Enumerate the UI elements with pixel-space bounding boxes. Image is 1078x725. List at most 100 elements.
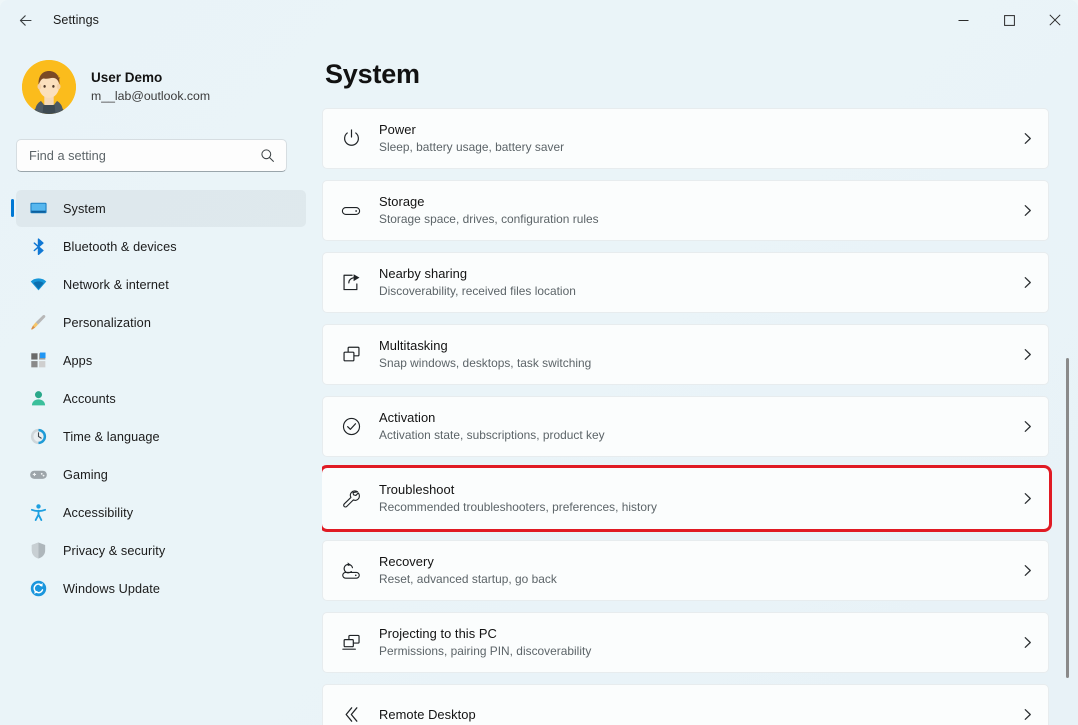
card-subtitle: Permissions, pairing PIN, discoverabilit… — [379, 644, 1006, 660]
sidebar-nav: System Bluetooth & devices Network & inter… — [0, 190, 322, 607]
apps-grid-icon — [28, 351, 48, 371]
app-title: Settings — [53, 13, 99, 27]
chevron-right-icon[interactable] — [1006, 708, 1048, 721]
card-title: Power — [379, 121, 1006, 138]
search-icon — [260, 148, 275, 163]
clock-icon — [28, 427, 48, 447]
settings-window: Settings — [0, 0, 1078, 725]
sidebar-item-label: Network & internet — [63, 278, 169, 292]
chevron-right-icon[interactable] — [1006, 276, 1048, 289]
profile-block[interactable]: User Demo m__lab@outlook.com — [22, 60, 322, 114]
card-title: Recovery — [379, 553, 1006, 570]
sidebar-item-label: Gaming — [63, 468, 108, 482]
chevron-right-icon[interactable] — [1006, 492, 1048, 505]
sidebar-item-label: Accessibility — [63, 506, 133, 520]
card-subtitle: Activation state, subscriptions, product… — [379, 428, 1006, 444]
card-title: Storage — [379, 193, 1006, 210]
maximize-button[interactable] — [986, 0, 1032, 40]
search-box[interactable] — [16, 139, 287, 172]
wrench-icon — [323, 488, 379, 510]
bluetooth-icon — [28, 237, 48, 257]
minimize-button[interactable] — [940, 0, 986, 40]
settings-card-projecting-to-this-pc[interactable]: Projecting to this PC Permissions, pairin… — [322, 612, 1049, 673]
card-text: Nearby sharing Discoverability, received … — [379, 265, 1006, 300]
chevron-right-icon[interactable] — [1006, 636, 1048, 649]
settings-card-power[interactable]: PowerSleep, battery usage, battery saver — [322, 108, 1049, 169]
sidebar-item-accessibility[interactable]: Accessibility — [16, 494, 306, 531]
card-text: Troubleshoot Recommended troubleshooters,… — [379, 481, 1006, 516]
main-content: System PowerSleep, battery usage, batter… — [322, 40, 1078, 725]
card-title: Nearby sharing — [379, 265, 1006, 282]
title-bar: Settings — [0, 0, 1078, 40]
settings-card-list: PowerSleep, battery usage, battery saver… — [322, 108, 1078, 725]
profile-text: User Demo m__lab@outlook.com — [91, 69, 210, 105]
avatar — [22, 60, 76, 114]
chevron-right-icon[interactable] — [1006, 564, 1048, 577]
sidebar-item-label: Accounts — [63, 392, 116, 406]
user-avatar-icon — [22, 60, 76, 114]
check-circle-icon — [323, 416, 379, 437]
projecting-icon — [323, 632, 379, 653]
card-text: Activation Activation state, subscription… — [379, 409, 1006, 444]
close-button[interactable] — [1032, 0, 1078, 40]
card-title: Troubleshoot — [379, 481, 1006, 498]
sidebar-item-label: Windows Update — [63, 582, 160, 596]
settings-card-remote-desktop[interactable]: Remote Desktop — [322, 684, 1049, 725]
sidebar-item-system[interactable]: System — [16, 190, 306, 227]
card-subtitle: Snap windows, desktops, task switching — [379, 356, 1006, 372]
settings-card-troubleshoot[interactable]: Troubleshoot Recommended troubleshooters,… — [322, 468, 1049, 529]
sidebar-item-accounts[interactable]: Accounts — [16, 380, 306, 417]
card-title: Remote Desktop — [379, 706, 1006, 723]
storage-drive-icon — [323, 200, 379, 222]
sidebar-item-gaming[interactable]: Gaming — [16, 456, 306, 493]
chevron-right-icon[interactable] — [1006, 348, 1048, 361]
sidebar-item-network-internet[interactable]: Network & internet — [16, 266, 306, 303]
card-text: RecoveryReset, advanced startup, go back — [379, 553, 1006, 588]
settings-card-nearby-sharing[interactable]: Nearby sharing Discoverability, received … — [322, 252, 1049, 313]
settings-card-storage[interactable]: StorageStorage space, drives, configurat… — [322, 180, 1049, 241]
scrollbar-thumb[interactable] — [1066, 358, 1069, 678]
back-arrow-icon — [17, 12, 34, 29]
chevron-right-icon[interactable] — [1006, 204, 1048, 217]
search-input[interactable] — [17, 140, 242, 171]
card-text: Projecting to this PC Permissions, pairin… — [379, 625, 1006, 660]
multitasking-windows-icon — [323, 344, 379, 365]
settings-card-activation[interactable]: Activation Activation state, subscription… — [322, 396, 1049, 457]
accessibility-icon — [28, 503, 48, 523]
sidebar-item-label: Privacy & security — [63, 544, 165, 558]
power-icon — [323, 128, 379, 149]
sidebar-item-apps[interactable]: Apps — [16, 342, 306, 379]
sidebar-item-label: System — [63, 202, 106, 216]
settings-card-multitasking[interactable]: Multitasking Snap windows, desktops, task… — [322, 324, 1049, 385]
chevron-right-icon[interactable] — [1006, 132, 1048, 145]
sidebar-item-label: Bluetooth & devices — [63, 240, 177, 254]
card-text: StorageStorage space, drives, configurat… — [379, 193, 1006, 228]
maximize-icon — [1004, 15, 1015, 26]
card-subtitle: Recommended troubleshooters, preferences… — [379, 500, 1006, 516]
update-icon — [28, 579, 48, 599]
close-icon — [1049, 14, 1061, 26]
sidebar-item-windows-update[interactable]: Windows Update — [16, 570, 306, 607]
card-text: PowerSleep, battery usage, battery saver — [379, 121, 1006, 156]
sidebar-item-bluetooth-devices[interactable]: Bluetooth & devices — [16, 228, 306, 265]
card-subtitle: Discoverability, received files location — [379, 284, 1006, 300]
card-title: Activation — [379, 409, 1006, 426]
chevron-right-icon[interactable] — [1006, 420, 1048, 433]
card-title: Projecting to this PC — [379, 625, 1006, 642]
share-icon — [323, 272, 379, 293]
sidebar-item-personalization[interactable]: Personalization — [16, 304, 306, 341]
card-title: Multitasking — [379, 337, 1006, 354]
scrollbar[interactable] — [1062, 95, 1073, 717]
sidebar: User Demo m__lab@outlook.com System Bluet… — [0, 40, 322, 725]
gamepad-icon — [28, 465, 48, 485]
remote-desktop-icon — [323, 704, 379, 725]
sidebar-item-label: Personalization — [63, 316, 151, 330]
settings-card-recovery[interactable]: RecoveryReset, advanced startup, go back — [322, 540, 1049, 601]
sidebar-item-privacy-security[interactable]: Privacy & security — [16, 532, 306, 569]
wifi-icon — [28, 275, 48, 295]
page-title: System — [325, 59, 1078, 90]
sidebar-item-time-language[interactable]: Time & language — [16, 418, 306, 455]
back-button[interactable] — [8, 5, 42, 35]
sidebar-item-label: Time & language — [63, 430, 160, 444]
sidebar-item-label: Apps — [63, 354, 92, 368]
